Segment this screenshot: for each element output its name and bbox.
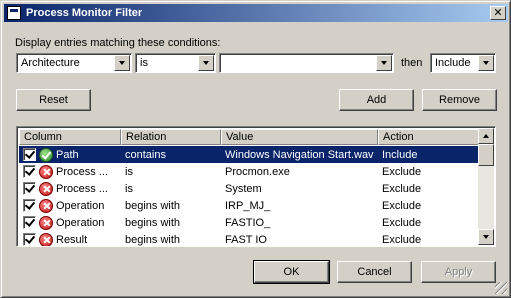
include-icon	[39, 147, 53, 162]
conditions-prompt: Display entries matching these condition…	[15, 37, 221, 49]
row-action: Exclude	[382, 233, 422, 246]
row-value: Windows Navigation Start.wav	[225, 148, 374, 161]
window-title: Process Monitor Filter	[26, 7, 143, 19]
action-combo[interactable]: Include	[430, 53, 496, 73]
filter-list[interactable]: Column Relation Value Action Path contai…	[16, 126, 496, 247]
resize-grip-icon[interactable]	[495, 282, 507, 294]
header-value[interactable]: Value	[221, 129, 378, 145]
table-row[interactable]: Process ... is Procmon.exe Exclude	[19, 163, 479, 180]
table-row[interactable]: Operation begins with FASTIO_ Exclude	[19, 214, 479, 231]
row-checkbox[interactable]	[23, 182, 36, 195]
row-relation: begins with	[125, 233, 181, 246]
ok-button[interactable]: OK	[253, 260, 330, 284]
row-value: System	[225, 182, 262, 195]
table-row[interactable]: Path contains Windows Navigation Start.w…	[19, 146, 479, 163]
row-action: Exclude	[382, 216, 422, 229]
row-column: Process ...	[56, 165, 108, 178]
row-action: Exclude	[382, 199, 422, 212]
exclude-icon	[39, 215, 53, 230]
row-relation: begins with	[125, 216, 181, 229]
reset-button[interactable]: Reset	[16, 89, 91, 111]
row-checkbox[interactable]	[23, 216, 36, 229]
row-column: Operation	[56, 199, 105, 212]
row-column: Result	[56, 233, 88, 246]
chevron-down-icon[interactable]	[198, 55, 214, 71]
row-relation: contains	[125, 148, 166, 161]
column-combo[interactable]: Architecture	[16, 53, 132, 73]
app-icon	[7, 6, 21, 20]
row-column: Path	[56, 148, 79, 161]
chevron-down-icon[interactable]	[478, 55, 494, 71]
exclude-icon	[39, 232, 53, 246]
column-combo-value: Architecture	[21, 57, 80, 69]
table-row[interactable]: Operation begins with IRP_MJ_ Exclude	[19, 197, 479, 214]
scroll-thumb[interactable]	[478, 144, 494, 166]
then-label: then	[401, 57, 423, 69]
scroll-down-icon[interactable]	[478, 229, 494, 245]
row-checkbox[interactable]	[23, 148, 36, 161]
row-relation: is	[125, 182, 133, 195]
title-bar: Process Monitor Filter ✕	[4, 4, 508, 22]
scroll-up-icon[interactable]	[478, 128, 494, 144]
row-action: Exclude	[382, 182, 422, 195]
list-header: Column Relation Value Action	[19, 129, 479, 145]
row-relation: begins with	[125, 199, 181, 212]
vertical-scrollbar[interactable]	[478, 128, 494, 245]
header-relation[interactable]: Relation	[121, 129, 221, 145]
value-combo[interactable]	[219, 53, 394, 73]
add-button[interactable]: Add	[339, 89, 414, 111]
apply-button[interactable]: Apply	[421, 261, 496, 283]
header-action[interactable]: Action	[378, 129, 479, 145]
row-relation: is	[125, 165, 133, 178]
row-action: Exclude	[382, 165, 422, 178]
header-column[interactable]: Column	[19, 129, 121, 145]
close-button[interactable]: ✕	[490, 6, 506, 20]
table-row[interactable]: Process ... is System Exclude	[19, 180, 479, 197]
row-column: Operation	[56, 216, 105, 229]
row-value: FASTIO_	[225, 216, 271, 229]
row-checkbox[interactable]	[23, 199, 36, 212]
remove-button[interactable]: Remove	[422, 89, 497, 111]
table-row[interactable]: Result begins with FAST IO Exclude	[19, 231, 479, 246]
row-value: FAST IO	[225, 233, 267, 246]
cancel-button[interactable]: Cancel	[337, 261, 412, 283]
row-value: IRP_MJ_	[225, 199, 271, 212]
exclude-icon	[39, 164, 53, 179]
exclude-icon	[39, 181, 53, 196]
filter-dialog: Process Monitor Filter ✕ Display entries…	[0, 0, 511, 298]
relation-combo[interactable]: is	[135, 53, 216, 73]
action-combo-value: Include	[435, 57, 471, 69]
row-checkbox[interactable]	[23, 165, 36, 178]
chevron-down-icon[interactable]	[376, 55, 392, 71]
row-value: Procmon.exe	[225, 165, 290, 178]
exclude-icon	[39, 198, 53, 213]
chevron-down-icon[interactable]	[114, 55, 130, 71]
row-checkbox[interactable]	[23, 233, 36, 246]
relation-combo-value: is	[140, 57, 148, 69]
row-action: Include	[382, 148, 418, 161]
row-column: Process ...	[56, 182, 108, 195]
list-rows: Path contains Windows Navigation Start.w…	[19, 146, 479, 246]
